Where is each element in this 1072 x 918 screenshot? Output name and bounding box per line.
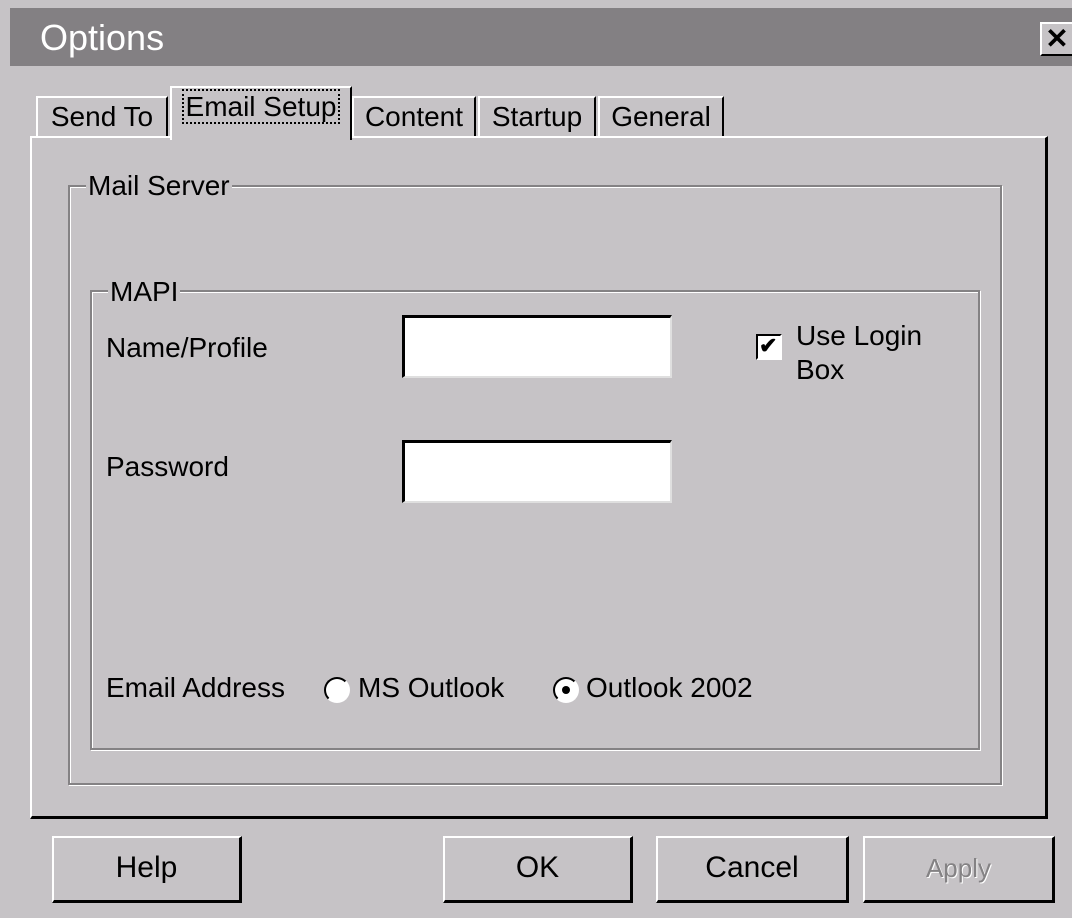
checkmark-icon: ✔ [759, 333, 778, 358]
tab-label: Startup [491, 101, 583, 132]
ok-button[interactable]: OK [443, 836, 633, 903]
radio-selected-dot [562, 686, 570, 694]
tab-label: General [611, 101, 711, 132]
window-title: Options [40, 17, 165, 58]
ms-outlook-radio[interactable] [324, 677, 350, 703]
tab-email-setup[interactable]: Email Setup [170, 86, 352, 140]
password-input[interactable] [402, 440, 672, 503]
cancel-button[interactable]: Cancel [656, 836, 849, 903]
help-button[interactable]: Help [52, 836, 242, 903]
password-label: Password [106, 451, 229, 482]
tab-general[interactable]: General [598, 96, 724, 138]
name-profile-input[interactable] [402, 315, 672, 378]
apply-button: Apply [863, 836, 1055, 903]
use-login-box-label: Use Login Box [796, 319, 922, 387]
use-login-box-label-line2: Box [796, 354, 845, 385]
tab-content[interactable]: Content [352, 96, 476, 138]
title-bar: Options ✕ [10, 8, 1072, 66]
tab-label: Send To [50, 101, 154, 132]
outlook-2002-radio-label: Outlook 2002 [586, 672, 753, 703]
use-login-box-checkbox[interactable]: ✔ [756, 333, 782, 360]
tab-label: Content [364, 101, 464, 132]
name-profile-label: Name/Profile [106, 332, 268, 363]
ms-outlook-radio-label: MS Outlook [358, 672, 505, 703]
email-address-label: Email Address [106, 672, 285, 703]
use-login-box-label-line1: Use Login [796, 320, 923, 351]
tab-startup[interactable]: Startup [478, 96, 596, 138]
mail-server-legend: Mail Server [86, 170, 232, 201]
tab-send-to[interactable]: Send To [36, 96, 168, 138]
outlook-2002-radio[interactable] [553, 677, 579, 703]
tab-label: Email Setup [181, 89, 341, 124]
mapi-legend: MAPI [108, 276, 181, 307]
close-button[interactable]: ✕ [1040, 22, 1072, 56]
close-icon: ✕ [1045, 23, 1069, 54]
